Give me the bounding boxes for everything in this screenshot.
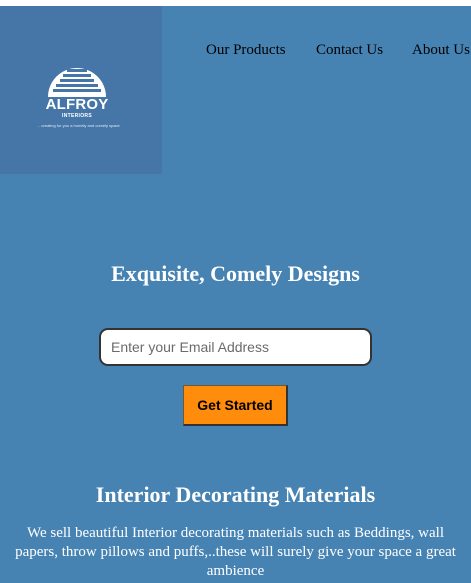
- logo-subtitle: INTERIORS: [62, 113, 92, 119]
- logo-tagline: ...creating for you a homely and comely …: [38, 123, 120, 128]
- section-title: Interior Decorating Materials: [95, 482, 376, 507]
- logo[interactable]: ALFROY INTERIORS ...creating for you a h…: [0, 6, 162, 174]
- email-input[interactable]: [99, 328, 372, 366]
- nav-link-our-products[interactable]: Our Products: [206, 42, 286, 59]
- nav-link-about-us[interactable]: About Us: [412, 42, 470, 59]
- logo-name: ALFROY: [45, 96, 109, 113]
- get-started-button[interactable]: Get Started: [183, 385, 288, 426]
- stairs-logo-icon: [48, 64, 106, 97]
- section-description: We sell beautiful Interior decorating ma…: [15, 525, 456, 579]
- nav-link-contact-us[interactable]: Contact Us: [316, 42, 383, 59]
- landing-page: ALFROY INTERIORS ...creating for you a h…: [0, 6, 471, 583]
- hero-title: Exquisite, Comely Designs: [111, 261, 360, 286]
